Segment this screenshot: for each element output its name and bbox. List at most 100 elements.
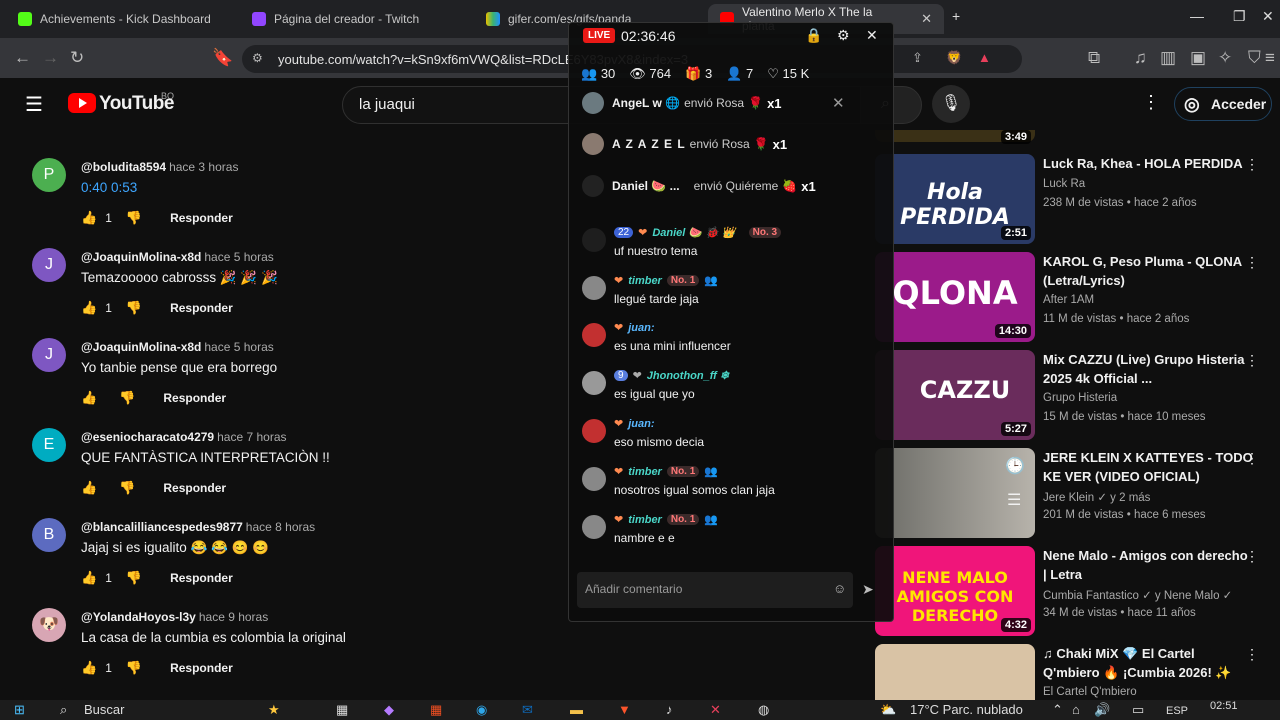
watch-later-icon[interactable]: 🕒 [1005, 456, 1025, 476]
comment-username[interactable]: @JoaquinMolina-x8d [81, 340, 201, 354]
wallet-icon[interactable]: ▣ [1190, 48, 1206, 68]
like-icon[interactable]: 👍 [81, 480, 97, 496]
file-explorer-icon[interactable]: ▬ [570, 702, 583, 717]
video-title[interactable]: JERE KLEIN X KATTEYES - TODO KE VER (VID… [1043, 448, 1253, 486]
tiktok-icon[interactable]: ♪ [666, 702, 673, 717]
avatar[interactable]: J [32, 338, 66, 372]
dislike-icon[interactable]: 👎 [126, 570, 142, 586]
video-menu-icon[interactable]: ⋮ [1245, 156, 1259, 173]
video-thumbnail[interactable]: QLONA 14:30 [875, 252, 1035, 342]
dislike-icon[interactable]: 👎 [119, 390, 135, 406]
brave-taskbar-icon[interactable]: ▼ [618, 702, 631, 717]
comment-author[interactable]: @YolandaHoyos-l3y hace 9 horas [81, 610, 268, 624]
taskbar-search-icon[interactable]: ⌕ [60, 702, 67, 718]
brave-shield-icon[interactable]: 🦁 [946, 50, 962, 66]
new-tab-icon[interactable]: + [952, 8, 960, 24]
weather-text[interactable]: 17°C Parc. nublado [910, 702, 1023, 717]
video-channel[interactable]: After 1AM [1043, 294, 1094, 306]
comment-author[interactable]: @boludita8594 hace 3 horas [81, 160, 238, 174]
video-card[interactable]: CAZZU 5:27 Mix CAZZU (Live) Grupo Hister… [875, 350, 1275, 442]
avatar[interactable]: J [32, 248, 66, 282]
minimize-icon[interactable]: — [1190, 8, 1204, 24]
video-title[interactable]: Nene Malo - Amigos con derecho | Letra [1043, 546, 1253, 584]
video-card[interactable]: QLONA 14:30 KAROL G, Peso Pluma - QLONA … [875, 252, 1275, 344]
comment-text[interactable]: 0:40 0:53 [81, 180, 137, 195]
reload-icon[interactable]: ↻ [70, 48, 84, 68]
video-menu-icon[interactable]: ⋮ [1245, 646, 1259, 663]
video-title[interactable]: KAROL G, Peso Pluma - QLONA (Letra/Lyric… [1043, 252, 1253, 290]
dismiss-icon[interactable]: ✕ [832, 94, 845, 112]
close-tab-icon[interactable]: ✕ [921, 11, 932, 27]
comment-username[interactable]: @blancalilliancespedes9877 [81, 520, 243, 534]
store-icon[interactable]: ▦ [430, 702, 442, 718]
reply-button[interactable]: Responder [170, 211, 233, 225]
comment-username[interactable]: @YolandaHoyos-l3y [81, 610, 196, 624]
avatar[interactable]: 🐶 [32, 608, 66, 642]
like-icon[interactable]: 👍 [81, 210, 97, 226]
comment-username[interactable]: @eseniocharacato4279 [81, 430, 214, 444]
reply-button[interactable]: Responder [170, 301, 233, 315]
avatar[interactable]: P [32, 158, 66, 192]
video-menu-icon[interactable]: ⋮ [1245, 254, 1259, 271]
lock-icon[interactable]: 🔒 [805, 27, 822, 44]
taskbar-search-label[interactable]: Buscar [84, 702, 124, 717]
video-thumbnail[interactable] [875, 644, 1035, 700]
video-channel[interactable]: Cumbia Fantastico ✓ y Nene Malo ✓ [1043, 588, 1232, 602]
back-icon[interactable]: ← [14, 48, 31, 68]
video-thumbnail[interactable]: CAZZU 5:27 [875, 350, 1035, 440]
comment-username[interactable]: @JoaquinMolina-x8d [81, 250, 201, 264]
brave-rewards-icon[interactable]: ▲ [978, 50, 991, 65]
like-icon[interactable]: 👍 [81, 390, 97, 406]
chat-comment-input[interactable]: Añadir comentario ☺ [577, 572, 853, 608]
video-title[interactable]: Luck Ra, Khea - HOLA PERDIDA [1043, 154, 1253, 173]
video-menu-icon[interactable]: ⋮ [1245, 352, 1259, 369]
video-thumbnail[interactable]: 🕒 ☰ [875, 448, 1035, 538]
dislike-icon[interactable]: 👎 [126, 300, 142, 316]
obs-icon[interactable]: ◍ [758, 702, 769, 718]
volume-icon[interactable]: 🔊 [1094, 702, 1110, 718]
close-window-icon[interactable]: ✕ [1262, 8, 1274, 25]
hamburger-menu-icon[interactable]: ☰ [25, 92, 43, 117]
send-icon[interactable]: ➤ [862, 581, 874, 598]
youtube-logo-icon[interactable] [68, 93, 96, 113]
signin-button[interactable]: ◎ Acceder [1174, 87, 1272, 121]
share-icon[interactable]: ⇪ [912, 50, 923, 66]
dislike-icon[interactable]: 👎 [126, 660, 142, 676]
menu-icon[interactable]: ≡ [1265, 48, 1275, 68]
maximize-icon[interactable]: ❐ [1233, 8, 1246, 25]
voice-search-button[interactable]: 🎙 [932, 85, 970, 123]
like-icon[interactable]: 👍 [81, 660, 97, 676]
video-channel[interactable]: Jere Klein ✓ y 2 más [1043, 490, 1150, 504]
dislike-icon[interactable]: 👎 [126, 210, 142, 226]
task-view-icon[interactable]: ▦ [336, 702, 348, 718]
sidebar-icon[interactable]: ▥ [1160, 48, 1176, 68]
video-menu-icon[interactable]: ⋮ [1245, 548, 1259, 565]
clock[interactable]: 02:51 [1210, 700, 1238, 712]
video-title[interactable]: Mix CAZZU (Live) Grupo Histeria 2025 4k … [1043, 350, 1253, 388]
reply-button[interactable]: Responder [163, 391, 226, 405]
forward-icon[interactable]: → [42, 48, 59, 68]
like-icon[interactable]: 👍 [81, 300, 97, 316]
bookmark-icon[interactable]: 🔖 [212, 48, 233, 68]
reply-button[interactable]: Responder [163, 481, 226, 495]
video-title[interactable]: ♫ Chaki MiX 💎 El Cartel Q'mbiero 🔥 ¡Cumb… [1043, 644, 1253, 682]
copilot-icon[interactable]: ◆ [384, 702, 394, 718]
outlook-icon[interactable]: ✉ [522, 702, 533, 718]
comment-author[interactable]: @eseniocharacato4279 hace 7 horas [81, 430, 287, 444]
video-card[interactable]: Hola PERDIDA 2:51 Luck Ra, Khea - HOLA P… [875, 154, 1275, 246]
video-thumbnail[interactable]: Hola PERDIDA 2:51 [875, 154, 1035, 244]
comment-username[interactable]: @boludita8594 [81, 160, 166, 174]
music-icon[interactable]: ♫ [1134, 48, 1147, 68]
close-overlay-icon[interactable]: ✕ [866, 27, 878, 44]
reply-button[interactable]: Responder [170, 661, 233, 675]
browser-tab-kick[interactable]: Achievements - Kick Dashboard [6, 4, 236, 34]
video-thumbnail[interactable]: NENE MALO AMIGOS CON DERECHO 4:32 [875, 546, 1035, 636]
video-card[interactable]: 🕒 ☰ JERE KLEIN X KATTEYES - TODO KE VER … [875, 448, 1275, 540]
comment-author[interactable]: @blancalilliancespedes9877 hace 8 horas [81, 520, 315, 534]
add-to-queue-icon[interactable]: ☰ [1007, 490, 1021, 510]
video-card[interactable]: ♫ Chaki MiX 💎 El Cartel Q'mbiero 🔥 ¡Cumb… [875, 644, 1275, 700]
avatar[interactable]: E [32, 428, 66, 462]
tiktok-live-icon[interactable]: ✕ [710, 702, 721, 718]
emoji-icon[interactable]: ☺ [833, 581, 846, 596]
video-thumbnail-partial[interactable]: 3:49 [875, 130, 1035, 144]
